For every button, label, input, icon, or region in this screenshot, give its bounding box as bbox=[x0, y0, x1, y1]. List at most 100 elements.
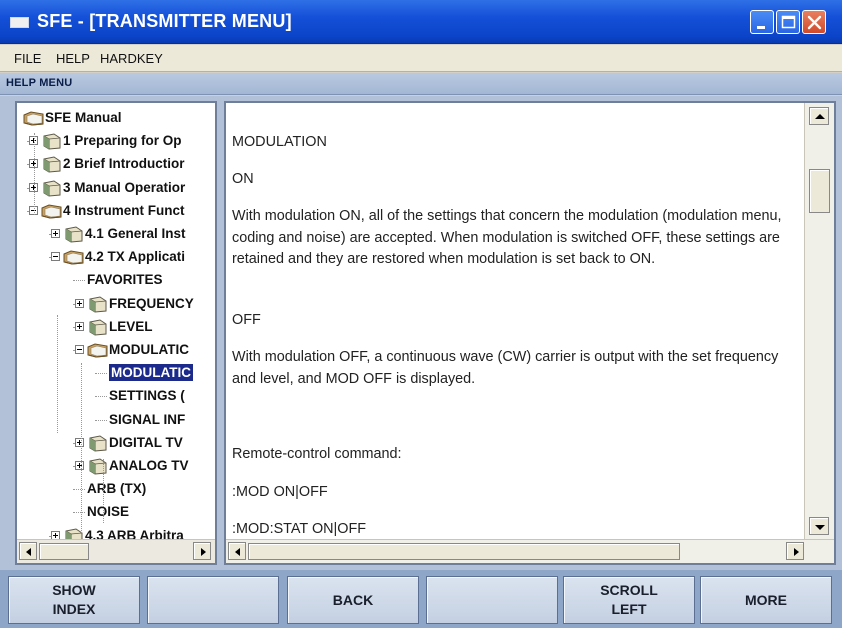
tree-item-label: FREQUENCY bbox=[109, 295, 194, 311]
tree-item-label: MODULATIC bbox=[109, 342, 189, 357]
document-hscroll-thumb[interactable] bbox=[248, 543, 680, 560]
menu-file[interactable]: FILE bbox=[14, 51, 41, 66]
tree-connector bbox=[95, 373, 107, 375]
book-icon bbox=[87, 295, 109, 316]
document-vertical-scrollbar[interactable] bbox=[804, 103, 834, 539]
tree-item[interactable]: 4.2 TX Applicati bbox=[17, 246, 215, 268]
tree-connector bbox=[73, 512, 85, 514]
doc-paragraph: OFF bbox=[232, 312, 261, 328]
open-book-icon bbox=[23, 109, 45, 130]
tree-item[interactable]: ANALOG TV bbox=[17, 455, 215, 477]
softkey-label: MORE bbox=[745, 591, 787, 608]
scroll-left-button[interactable] bbox=[228, 542, 246, 560]
menu-bar: FILE HELP HARDKEY bbox=[0, 45, 842, 72]
tree-item[interactable]: FAVORITES bbox=[17, 269, 215, 291]
tree-item[interactable]: NOISE bbox=[17, 501, 215, 523]
help-panel-title: HELP MENU bbox=[6, 77, 73, 89]
book-icon bbox=[87, 318, 109, 339]
tree-item[interactable]: ARB (TX) bbox=[17, 478, 215, 500]
close-icon bbox=[807, 15, 822, 30]
scroll-up-button[interactable] bbox=[809, 107, 829, 125]
tree-item-label: 1 Preparing for Op bbox=[63, 133, 182, 149]
scroll-right-button[interactable] bbox=[193, 542, 211, 560]
help-index-tree: SFE Manual 1 Preparing for Op 2 Brief Intr… bbox=[15, 101, 217, 565]
tree-guide-line bbox=[34, 133, 35, 215]
blank-softkey-1[interactable] bbox=[147, 576, 279, 624]
expand-icon[interactable] bbox=[51, 229, 60, 238]
tree-item-label: FAVORITES bbox=[87, 272, 163, 288]
tree-item-label: 2 Brief Introductior bbox=[63, 156, 185, 172]
tree-item-label: 4 Instrument Funct bbox=[63, 202, 185, 218]
tree-item[interactable]: LEVEL bbox=[17, 316, 215, 338]
expand-icon[interactable] bbox=[75, 461, 84, 470]
maximize-button[interactable] bbox=[776, 10, 800, 34]
minimize-button[interactable] bbox=[750, 10, 774, 34]
tree-connector bbox=[95, 419, 107, 421]
softkey-label: BACK bbox=[332, 591, 374, 608]
tree-item-label: SIGNAL INF bbox=[109, 411, 186, 427]
tree-guide-line bbox=[103, 459, 104, 523]
tree-item[interactable]: 2 Brief Introductior bbox=[17, 153, 215, 175]
tree-guide-line bbox=[81, 363, 82, 539]
scroll-left-softkey[interactable]: SCROLL LEFT bbox=[563, 576, 695, 624]
doc-paragraph: ON bbox=[232, 171, 254, 187]
book-icon bbox=[41, 179, 63, 200]
doc-paragraph: Remote-control command: bbox=[232, 446, 402, 462]
tree-item[interactable]: SIGNAL INF bbox=[17, 409, 215, 431]
close-button[interactable] bbox=[802, 10, 826, 34]
tree-horizontal-scrollbar[interactable] bbox=[17, 539, 215, 563]
menu-help[interactable]: HELP bbox=[56, 51, 90, 66]
more-softkey[interactable]: MORE bbox=[700, 576, 832, 624]
scroll-down-button[interactable] bbox=[809, 517, 829, 535]
tree-item-selected[interactable]: MODULATIC bbox=[17, 362, 215, 384]
title-bar[interactable]: SFE - [TRANSMITTER MENU] bbox=[0, 0, 842, 44]
help-panel-header: HELP MENU bbox=[0, 73, 842, 95]
expand-icon[interactable] bbox=[75, 321, 84, 331]
softkey-label: SHOW INDEX bbox=[52, 582, 96, 617]
tree-item-label: 4.2 TX Applicati bbox=[85, 249, 186, 265]
tree-item[interactable]: DIGITAL TV bbox=[17, 432, 215, 454]
tree-item[interactable]: 3 Manual Operatior bbox=[17, 177, 215, 199]
tree-item-label: ARB (TX) bbox=[87, 481, 147, 497]
tree-item-label: NOISE bbox=[87, 504, 130, 520]
menu-hardkey[interactable]: HARDKEY bbox=[100, 51, 163, 66]
tree-item[interactable]: SETTINGS ( bbox=[17, 385, 215, 407]
scroll-right-button[interactable] bbox=[786, 542, 804, 560]
tree-item[interactable]: 4 Instrument Funct bbox=[17, 200, 215, 222]
tree-item-label: 4.3 ARB Arbitra bbox=[85, 527, 184, 539]
blank-softkey-2[interactable] bbox=[426, 576, 558, 624]
tree-connector bbox=[73, 280, 85, 282]
expand-icon[interactable] bbox=[51, 530, 60, 539]
maximize-icon bbox=[781, 15, 796, 29]
tree-item-label: MODULATIC bbox=[109, 364, 193, 382]
tree-item[interactable]: 4.3 ARB Arbitra bbox=[17, 525, 215, 539]
tree-item[interactable]: 4.1 General Inst bbox=[17, 223, 215, 245]
collapse-icon[interactable] bbox=[75, 345, 84, 354]
book-icon bbox=[63, 225, 85, 246]
document-horizontal-scrollbar[interactable] bbox=[226, 539, 834, 563]
book-icon bbox=[87, 434, 109, 455]
collapse-icon[interactable] bbox=[51, 252, 60, 262]
document-scroll-thumb[interactable] bbox=[809, 169, 830, 213]
open-book-icon bbox=[63, 248, 85, 269]
minimize-icon bbox=[757, 26, 765, 29]
scroll-left-button[interactable] bbox=[19, 542, 37, 560]
expand-icon[interactable] bbox=[75, 437, 84, 447]
tree-item[interactable]: MODULATIC bbox=[17, 339, 215, 361]
softkey-bar: SHOW INDEX BACK SCROLL LEFT MORE bbox=[0, 570, 842, 628]
show-index-softkey[interactable]: SHOW INDEX bbox=[8, 576, 140, 624]
back-softkey[interactable]: BACK bbox=[287, 576, 419, 624]
tree-item-label: 3 Manual Operatior bbox=[63, 179, 186, 195]
doc-paragraph: With modulation ON, all of the settings … bbox=[232, 208, 782, 267]
tree-item[interactable]: FREQUENCY bbox=[17, 293, 215, 315]
tree-item[interactable]: SFE Manual bbox=[17, 107, 215, 129]
help-document-pane[interactable]: MODULATION ON With modulation ON, all of… bbox=[224, 101, 836, 565]
arrow-up-icon bbox=[815, 114, 825, 119]
tree-item[interactable]: 1 Preparing for Op bbox=[17, 130, 215, 152]
doc-paragraph: :MOD:STAT ON|OFF bbox=[232, 521, 367, 537]
tree-guide-line bbox=[57, 315, 58, 433]
tree-scroll-thumb[interactable] bbox=[39, 543, 89, 560]
expand-icon[interactable] bbox=[75, 298, 84, 308]
app-icon bbox=[10, 17, 29, 28]
softkey-label: SCROLL LEFT bbox=[600, 582, 658, 617]
